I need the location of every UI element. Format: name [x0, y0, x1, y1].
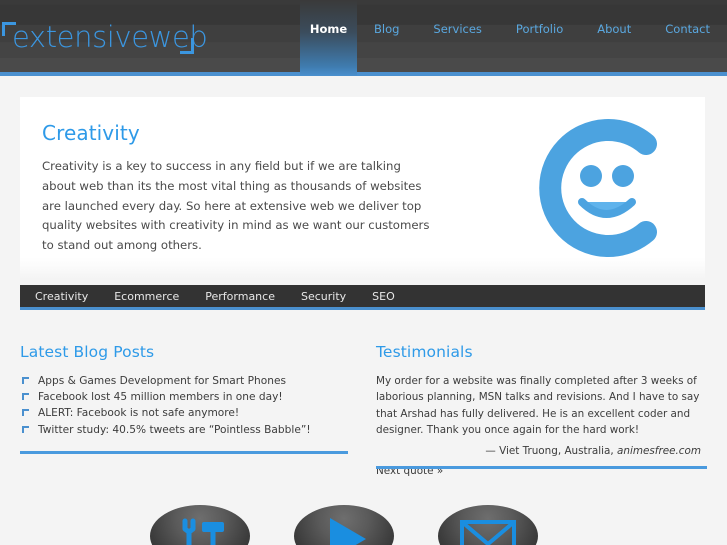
corner-bracket-icon	[22, 393, 29, 401]
nav-item-label: Blog	[374, 22, 400, 36]
play-icon-bubble[interactable]	[294, 505, 394, 545]
nav-item-label: About	[597, 22, 632, 36]
tab-performance[interactable]: Performance	[205, 290, 301, 303]
testimonials-section: Testimonials My order for a website was …	[376, 343, 708, 477]
corner-bracket-icon	[22, 425, 29, 433]
corner-bracket-icon	[22, 377, 29, 384]
blog-post-title: Facebook lost 45 million members in one …	[38, 391, 283, 404]
nav-item-about[interactable]: About	[580, 0, 648, 76]
smiley-c-icon	[528, 114, 678, 262]
logo-text: extensiveweb	[12, 20, 208, 54]
tools-icon-bubble[interactable]	[150, 505, 250, 545]
logo-bracket-bottom-right-icon	[180, 38, 194, 54]
main-navigation: Home Blog Services Portfolio About Conta…	[300, 0, 727, 76]
testimonial-attribution: — Viet Truong, Australia, animesfree.com	[376, 445, 701, 457]
corner-bracket-icon	[22, 409, 29, 417]
testimonial-source-site: animesfree.com	[617, 445, 701, 458]
tab-ecommerce[interactable]: Ecommerce	[114, 290, 205, 303]
play-icon	[330, 518, 366, 545]
envelope-icon	[460, 520, 516, 545]
nav-item-services[interactable]: Services	[416, 0, 499, 76]
nav-item-label: Home	[309, 22, 348, 36]
testimonials-section-divider	[376, 466, 707, 469]
site-logo[interactable]: extensiveweb	[2, 20, 208, 60]
service-tab-bar: Creativity Ecommerce Performance Securit…	[20, 285, 705, 310]
tab-creativity[interactable]: Creativity	[20, 290, 114, 303]
list-item[interactable]: Facebook lost 45 million members in one …	[20, 389, 350, 405]
site-header: extensiveweb Home Blog Services Portfoli…	[0, 0, 727, 76]
blog-post-title: ALERT: Facebook is not safe anymore!	[38, 407, 240, 420]
tab-seo[interactable]: SEO	[372, 290, 395, 303]
feature-panel-fade	[20, 257, 705, 279]
nav-item-label: Portfolio	[515, 22, 564, 36]
tools-icon	[182, 518, 224, 545]
list-item[interactable]: ALERT: Facebook is not safe anymore!	[20, 405, 350, 421]
testimonials-section-title: Testimonials	[376, 343, 473, 361]
blog-section-title: Latest Blog Posts	[20, 343, 155, 361]
list-item[interactable]: Twitter study: 40.5% tweets are “Pointle…	[20, 422, 350, 438]
blog-post-title: Twitter study: 40.5% tweets are “Pointle…	[38, 423, 311, 436]
nav-item-label: Services	[433, 22, 482, 36]
blog-post-title: Apps & Games Development for Smart Phone…	[38, 375, 287, 387]
latest-blog-posts-section: Latest Blog Posts Apps & Games Developme…	[20, 343, 350, 438]
list-item[interactable]: Apps & Games Development for Smart Phone…	[20, 373, 350, 389]
testimonial-quote: My order for a website was finally compl…	[376, 375, 700, 436]
nav-item-contact[interactable]: Contact	[648, 0, 727, 76]
tab-security[interactable]: Security	[301, 290, 372, 303]
page-root: extensiveweb Home Blog Services Portfoli…	[0, 0, 727, 545]
feature-title: Creativity	[42, 121, 140, 145]
nav-item-portfolio[interactable]: Portfolio	[499, 0, 580, 76]
blog-post-list: Apps & Games Development for Smart Phone…	[20, 373, 350, 438]
nav-item-blog[interactable]: Blog	[357, 0, 416, 76]
feature-panel: Creativity Creativity is a key to succes…	[20, 97, 705, 257]
testimonial-author: — Viet Truong, Australia,	[485, 445, 618, 458]
feature-body: Creativity is a key to success in any fi…	[42, 159, 430, 253]
envelope-icon-bubble[interactable]	[438, 505, 538, 545]
nav-item-home[interactable]: Home	[300, 0, 357, 76]
blog-section-divider	[20, 451, 348, 454]
nav-item-label: Contact	[665, 22, 710, 36]
